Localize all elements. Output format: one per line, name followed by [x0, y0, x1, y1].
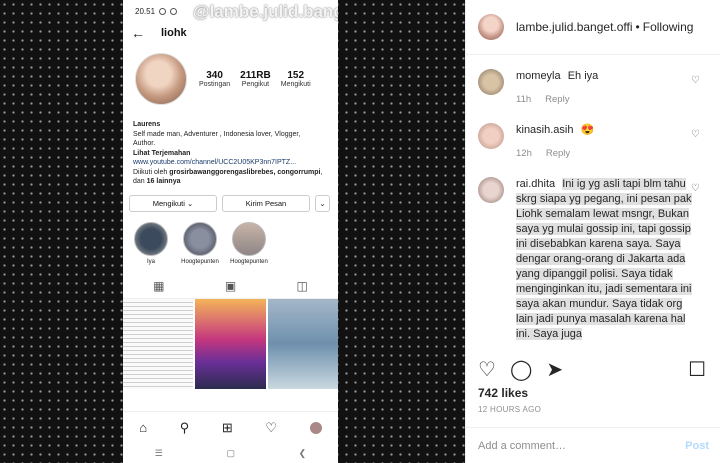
profile-summary: 340 Postingan 211RB Pengikut 152 Mengiku…: [123, 44, 338, 106]
highlight-cover: [183, 221, 217, 256]
followed-by-prefix: Diikuti oleh: [133, 168, 168, 176]
comment-text: Ini ig yg asli tapi blm tahu skrg siapa …: [516, 178, 692, 340]
heart-icon[interactable]: ♡: [691, 75, 700, 86]
status-time: 20.51: [135, 6, 156, 16]
share-icon[interactable]: ➤: [546, 357, 563, 382]
like-icon[interactable]: ♡: [478, 357, 496, 382]
grid-icon[interactable]: ▦: [153, 279, 164, 293]
heart-icon[interactable]: ♡: [691, 183, 700, 194]
bio-name: Laurens: [133, 121, 161, 128]
stat-number: 340: [206, 70, 223, 81]
commenter-avatar[interactable]: [478, 177, 504, 203]
commenter-username[interactable]: kinasih.asih: [516, 124, 573, 136]
post-actions: ♡ ◯ ➤: [478, 357, 563, 382]
suggestions-button[interactable]: ⌄: [315, 194, 330, 212]
profile-avatar-icon[interactable]: [309, 421, 322, 434]
followed-by[interactable]: Diikuti oleh grosirbawanggorengaslibrebe…: [133, 168, 328, 187]
profile-buttons: Mengikuti ⌄ Kirim Pesan ⌄: [123, 187, 338, 212]
comment-item: momeyla Eh iya 11h Reply ♡: [478, 69, 720, 107]
comment-box: Post: [466, 427, 720, 463]
tagged-icon[interactable]: ◫: [296, 279, 307, 293]
comment-text: Eh iya: [567, 70, 599, 82]
stat-label: Postingan: [199, 81, 231, 88]
notification-icon: [159, 7, 167, 15]
message-button[interactable]: Kirim Pesan: [222, 194, 310, 212]
profile-tabs: ▦ ▣ ◫: [123, 275, 338, 299]
commenter-username[interactable]: rai.dhita: [516, 178, 555, 190]
profile-stats: 340 Postingan 211RB Pengikut 152 Mengiku…: [199, 70, 311, 88]
stat-label: Mengikuti: [280, 81, 311, 88]
igtv-icon[interactable]: ▣: [225, 279, 236, 293]
profile-header: ← liohk: [123, 22, 338, 44]
highlight-item[interactable]: Hoogtepunten: [180, 221, 220, 265]
notification-icon: [170, 7, 178, 15]
stat-posts[interactable]: 340 Postingan: [199, 70, 230, 88]
stat-number: 152: [287, 70, 305, 81]
watermark: @lambe.julid.banget.official: [193, 2, 338, 21]
highlight-label: Hoogtepunten: [181, 258, 219, 265]
comment-item: kinasih.asih 😍 12h Reply ♡: [478, 123, 720, 161]
android-nav-bar: ☰ ▢ ❮: [123, 443, 338, 463]
back-button-icon[interactable]: ❮: [299, 448, 307, 459]
heart-icon[interactable]: ♡: [691, 129, 700, 140]
bookmark-icon[interactable]: ☐: [688, 357, 706, 382]
comment-time: 12h: [516, 148, 532, 159]
phone-status-bar: 20.51 @lambe.julid.banget.official: [123, 0, 338, 22]
comment-input[interactable]: [478, 439, 658, 452]
phone-screenshot: 20.51 @lambe.julid.banget.official ← lio…: [123, 0, 338, 463]
comment-icon[interactable]: ◯: [510, 357, 532, 382]
comment-list: momeyla Eh iya 11h Reply ♡ kinasih.asih …: [466, 55, 720, 342]
stat-followers[interactable]: 211RB Pengikut: [240, 70, 271, 88]
bio-link[interactable]: www.youtube.com/channel/UCC2U05KP3nn7IPT…: [133, 158, 328, 168]
author-username[interactable]: lambe.julid.banget.offi: [516, 20, 633, 34]
following-status[interactable]: Following: [643, 20, 694, 34]
commenter-avatar[interactable]: [478, 69, 504, 95]
separator-dot: •: [635, 20, 640, 34]
reply-button[interactable]: Reply: [546, 146, 570, 161]
recent-apps-icon[interactable]: ☰: [155, 448, 163, 459]
stat-label: Pengikut: [241, 81, 270, 88]
post-grid: [123, 298, 338, 389]
highlight-item[interactable]: Iya: [131, 221, 171, 265]
post-button[interactable]: Post: [685, 440, 709, 452]
home-icon[interactable]: ⌂: [139, 420, 147, 435]
comments-panel: lambe.julid.banget.offi • Following mome…: [465, 0, 720, 463]
translate-link[interactable]: Lihat Terjemahan: [133, 149, 328, 159]
post-thumbnail[interactable]: [123, 298, 194, 389]
profile-avatar[interactable]: [135, 53, 187, 105]
followed-by-names: grosirbawanggorengaslibrebes, congorrump…: [169, 168, 321, 176]
panel-header: lambe.julid.banget.offi • Following: [466, 0, 720, 55]
profile-username: liohk: [161, 27, 187, 39]
highlight-label: Iya: [146, 258, 155, 265]
bio-text: Self made man, Adventurer , Indonesia lo…: [133, 130, 301, 138]
highlight-cover: [134, 221, 168, 256]
highlight-item[interactable]: Hoogtepunten: [229, 221, 269, 265]
followed-by-count: 16 lainnya: [146, 178, 181, 185]
comment-item: rai.dhita Ini ig yg asli tapi blm tahu s…: [478, 177, 720, 342]
reply-button[interactable]: Reply: [545, 92, 569, 107]
comment-time: 11h: [516, 94, 532, 105]
bio-text: Author.: [133, 140, 156, 147]
back-arrow-icon[interactable]: ←: [131, 25, 145, 41]
highlight-cover: [232, 221, 266, 256]
home-button-icon[interactable]: ▢: [226, 448, 235, 459]
profile-bio: Laurens Self made man, Adventurer , Indo…: [123, 106, 338, 187]
search-icon[interactable]: ⚲: [180, 420, 190, 436]
story-highlights: Iya Hoogtepunten Hoogtepunten: [123, 212, 338, 265]
comment-text: 😍: [580, 124, 595, 136]
post-time: 12 HOURS AGO: [478, 405, 542, 414]
commenter-username[interactable]: momeyla: [516, 70, 561, 82]
post-thumbnail[interactable]: [267, 298, 338, 389]
likes-count[interactable]: 742 likes: [478, 386, 528, 400]
commenter-avatar[interactable]: [478, 123, 504, 149]
following-button[interactable]: Mengikuti ⌄: [129, 194, 217, 212]
bottom-navigation: ⌂ ⚲ ⊞ ♡: [123, 411, 338, 443]
author-avatar[interactable]: [478, 14, 504, 40]
stat-following[interactable]: 152 Mengikuti: [281, 70, 311, 88]
stat-number: 211RB: [240, 70, 271, 81]
highlight-label: Hoogtepunten: [230, 258, 268, 265]
new-post-icon[interactable]: ⊞: [222, 420, 233, 436]
post-thumbnail[interactable]: [195, 298, 266, 389]
heart-icon[interactable]: ♡: [265, 420, 277, 436]
